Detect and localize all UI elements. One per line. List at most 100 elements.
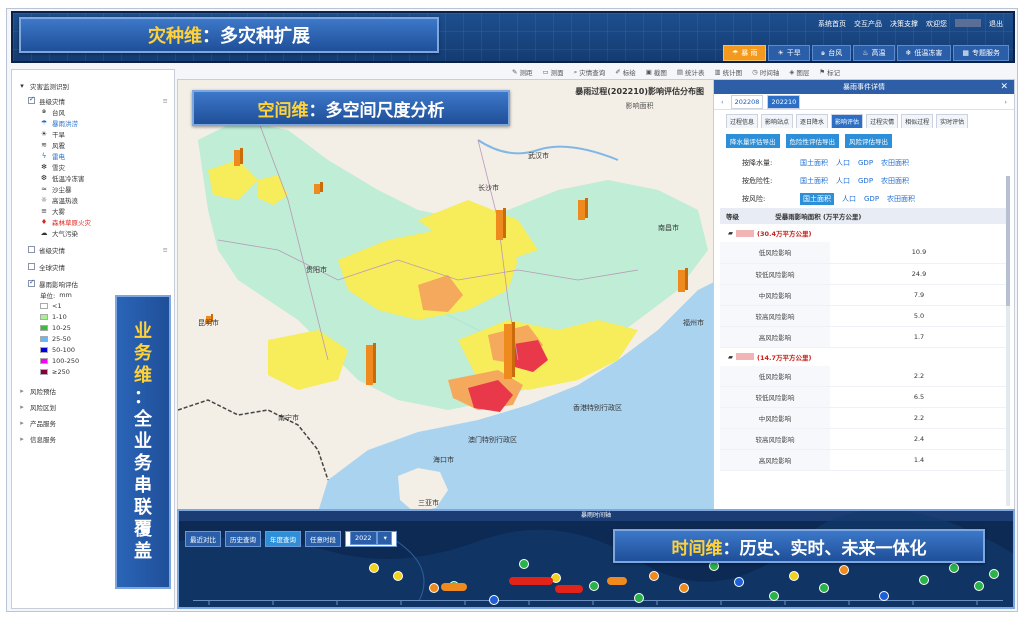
event-marker[interactable] bbox=[649, 571, 659, 581]
event-marker[interactable] bbox=[839, 565, 849, 575]
county-checkbox[interactable] bbox=[28, 95, 35, 104]
timeline-mode-button[interactable]: 任意时段 bbox=[305, 531, 341, 547]
event-marker[interactable] bbox=[819, 583, 829, 593]
event-duration-bar[interactable] bbox=[509, 577, 553, 585]
event-marker[interactable] bbox=[489, 595, 499, 605]
date-tab-active[interactable]: 202210 bbox=[767, 94, 801, 109]
option-value[interactable]: 农田面积 bbox=[887, 194, 915, 204]
toolbar-pencil-button[interactable]: ✐ 标绘 bbox=[615, 67, 635, 77]
national-disaster-item[interactable]: 全球灾情 bbox=[18, 261, 168, 272]
option-value[interactable]: 国土面积 bbox=[800, 193, 834, 205]
event-marker[interactable] bbox=[789, 571, 799, 581]
year-select[interactable]: 2022 ▾ bbox=[345, 531, 397, 547]
link-logout[interactable]: 退出 bbox=[989, 19, 1003, 29]
option-value[interactable]: 人口 bbox=[836, 158, 850, 168]
option-value[interactable]: 国土面积 bbox=[800, 158, 828, 168]
event-marker[interactable] bbox=[989, 569, 999, 579]
event-marker[interactable] bbox=[919, 575, 929, 585]
hazard-item[interactable]: ϟ 雷电 bbox=[18, 150, 168, 161]
nav-tab-5[interactable]: ▦ 专题服务 bbox=[953, 45, 1009, 61]
event-marker[interactable] bbox=[679, 583, 689, 593]
toolbar-chart-button[interactable]: ▥ 统计图 bbox=[715, 67, 743, 77]
toolbar-search-button[interactable]: ⌕ 灾情查询 bbox=[574, 67, 606, 78]
hazard-item[interactable]: ≈ 沙尘暴 bbox=[18, 183, 168, 194]
detail-tab[interactable]: 过程信息 bbox=[726, 114, 759, 128]
next-icon[interactable]: › bbox=[1001, 96, 1010, 108]
event-marker[interactable] bbox=[393, 571, 403, 581]
prev-icon[interactable]: ‹ bbox=[718, 96, 727, 108]
county-disaster-item[interactable]: 县级灾情 ≡ bbox=[18, 95, 168, 106]
timeline-mode-button[interactable]: 最近对比 bbox=[185, 531, 221, 547]
option-value[interactable]: 农田面积 bbox=[881, 158, 909, 168]
event-marker[interactable] bbox=[429, 583, 439, 593]
detail-tab[interactable]: 相似过程 bbox=[901, 114, 934, 128]
rain-eval-checkbox[interactable] bbox=[28, 278, 35, 287]
hazard-item[interactable]: ♦ 森林草原火灾 bbox=[18, 216, 168, 227]
event-marker[interactable] bbox=[369, 563, 379, 573]
province-disaster-item[interactable]: 省级灾情 ≡ bbox=[18, 244, 168, 255]
event-marker[interactable] bbox=[589, 581, 599, 591]
impact-bar[interactable] bbox=[496, 208, 506, 240]
national-checkbox[interactable] bbox=[28, 263, 35, 270]
detail-tab[interactable]: 逐日降水 bbox=[796, 114, 829, 128]
menu-icon[interactable]: ≡ bbox=[163, 97, 168, 105]
tree-root[interactable]: ▾ 灾害监测识别 bbox=[18, 80, 168, 91]
nav-tab-4[interactable]: ❄ 低温冻害 bbox=[896, 45, 952, 61]
timeline-mode-button[interactable]: 年度查询 bbox=[265, 531, 301, 547]
nav-tab-0[interactable]: ☂ 暴 雨 bbox=[722, 45, 767, 61]
detail-tab[interactable]: 影响评估 bbox=[831, 114, 864, 128]
event-marker[interactable] bbox=[974, 581, 984, 591]
rain-eval-item[interactable]: 暴雨影响评估 bbox=[18, 278, 168, 289]
scrollbar[interactable] bbox=[1006, 176, 1010, 506]
detail-tab[interactable]: 实时评估 bbox=[936, 114, 969, 128]
hazard-item[interactable]: ✻ 雪灾 bbox=[18, 161, 168, 172]
nav-tab-2[interactable]: ๑台风 bbox=[811, 45, 852, 61]
option-value[interactable]: 人口 bbox=[842, 194, 856, 204]
nav-tab-3[interactable]: ♨ 高温 bbox=[853, 45, 895, 61]
event-duration-bar[interactable] bbox=[441, 583, 467, 591]
option-value[interactable]: GDP bbox=[858, 177, 873, 185]
link-home[interactable]: 系统首页 bbox=[818, 19, 846, 29]
impact-bar[interactable] bbox=[504, 322, 515, 379]
group-header[interactable]: ▰ (14.7万平方公里) bbox=[714, 347, 1014, 366]
hazard-item[interactable]: ☼ 高温热浪 bbox=[18, 194, 168, 205]
hazard-item[interactable]: ☀ 干旱 bbox=[18, 128, 168, 139]
export-button[interactable]: 降水量评估导出 bbox=[726, 134, 780, 148]
hazard-item[interactable]: ❆ 低温冷冻害 bbox=[18, 172, 168, 183]
detail-tab[interactable]: 影响站点 bbox=[761, 114, 794, 128]
export-button[interactable]: 危险性评估导出 bbox=[785, 134, 839, 148]
option-value[interactable]: GDP bbox=[858, 159, 873, 167]
impact-bar[interactable] bbox=[366, 343, 376, 385]
option-value[interactable]: 农田面积 bbox=[881, 176, 909, 186]
hazard-item[interactable]: ☂ 暴雨洪涝 bbox=[18, 117, 168, 128]
option-value[interactable]: GDP bbox=[864, 195, 879, 203]
event-marker[interactable] bbox=[734, 577, 744, 587]
option-value[interactable]: 国土面积 bbox=[800, 176, 828, 186]
event-marker[interactable] bbox=[519, 559, 529, 569]
toolbar-clock-button[interactable]: ◷ 时间轴 bbox=[752, 67, 779, 77]
event-marker[interactable] bbox=[879, 591, 889, 601]
map-canvas[interactable]: 武汉市 贵阳市 长沙市 南宁市 香港特别行政区 澳门特别行政区 三亚市 海口市 … bbox=[178, 80, 717, 511]
toolbar-layers-button[interactable]: ◈ 图层 bbox=[789, 67, 809, 77]
hazard-item[interactable]: ≡ 大雾 bbox=[18, 205, 168, 216]
nav-tab-1[interactable]: ☀ 干旱 bbox=[768, 45, 810, 61]
export-button[interactable]: 风险评估导出 bbox=[845, 134, 892, 148]
menu-icon[interactable]: ≡ bbox=[163, 246, 168, 254]
group-header[interactable]: ▰ (30.4万平方公里) bbox=[714, 224, 1014, 242]
province-checkbox[interactable] bbox=[28, 246, 35, 253]
option-value[interactable]: 人口 bbox=[836, 176, 850, 186]
event-duration-bar[interactable] bbox=[555, 585, 583, 593]
toolbar-camera-button[interactable]: ▣ 截图 bbox=[646, 67, 667, 77]
link-decision[interactable]: 决策支撑 bbox=[890, 19, 918, 29]
close-icon[interactable]: ✕ bbox=[1000, 82, 1008, 92]
detail-tab[interactable]: 过程灾情 bbox=[866, 114, 899, 128]
date-tab[interactable]: 202208 bbox=[730, 94, 764, 109]
impact-bar[interactable] bbox=[234, 148, 243, 166]
toolbar-ruler-button[interactable]: ✎ 测距 bbox=[512, 67, 532, 77]
hazard-item[interactable]: ≋ 风雹 bbox=[18, 139, 168, 150]
hazard-item[interactable]: ๑ 台风 bbox=[18, 106, 168, 117]
event-marker[interactable] bbox=[769, 591, 779, 601]
impact-bar[interactable] bbox=[678, 268, 688, 292]
toolbar-table-button[interactable]: ▤ 统计表 bbox=[677, 67, 705, 77]
timeline-mode-button[interactable]: 历史查询 bbox=[225, 531, 261, 547]
